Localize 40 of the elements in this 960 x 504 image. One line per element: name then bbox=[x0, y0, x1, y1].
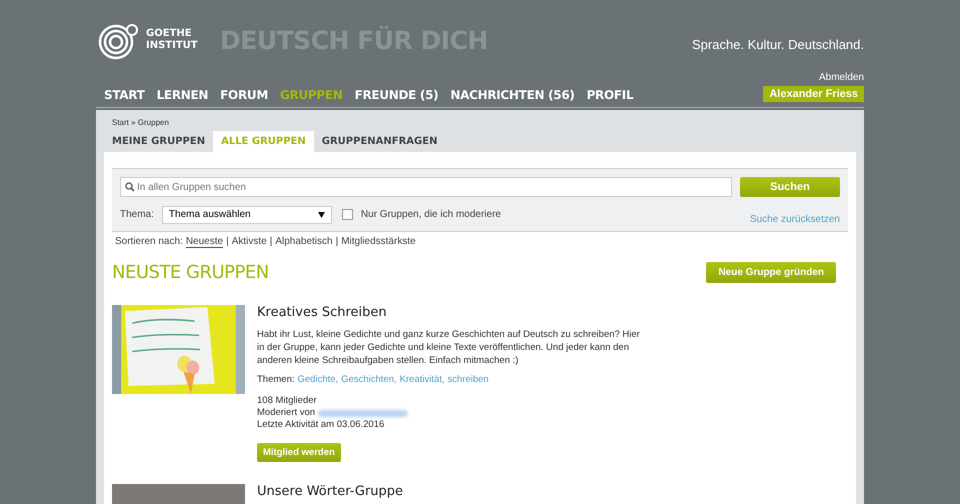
checkbox-label: Nur Gruppen, die ich moderiere bbox=[360, 209, 501, 220]
caret-icon bbox=[318, 212, 325, 218]
separator: | bbox=[270, 236, 272, 248]
logo-text: GOETHE INSTITUT bbox=[146, 28, 199, 52]
topic-link[interactable]: Gedichte, bbox=[298, 374, 338, 385]
sort-link[interactable]: Neueste bbox=[186, 236, 224, 248]
nav-link[interactable]: PROFIL bbox=[586, 88, 634, 102]
separator: | bbox=[336, 236, 338, 248]
group-title[interactable]: Kreatives Schreiben bbox=[257, 305, 387, 320]
nav-link[interactable]: FREUNDE (5) bbox=[354, 88, 438, 102]
topic-label: Thema: bbox=[120, 209, 154, 220]
logout-link[interactable]: Abmelden bbox=[818, 72, 864, 83]
group-description: Habt ihr Lust, kleine Gedichte und ganz kurze Geschichten auf Deutsch zu schreiben? Hier in der Gruppe, kann jeder Gedichte und kleine Texte veröffentlichen. Und jeder kann den anderen kleine Schreibaufgaben stellen. Einfach mitmachen :) bbox=[257, 328, 641, 367]
separator: | bbox=[226, 236, 229, 248]
member-count: 108 Mitglieder bbox=[257, 395, 317, 407]
nav-link[interactable]: START bbox=[104, 88, 145, 102]
search-icon bbox=[125, 182, 135, 192]
moderator-label: Moderiert von bbox=[257, 407, 316, 419]
reset-link[interactable]: Suche zurücksetzen bbox=[750, 214, 840, 225]
topic-dropdown[interactable]: Thema auswählen bbox=[162, 206, 332, 224]
nav-link[interactable]: NACHRICHTEN (56) bbox=[450, 88, 575, 102]
sort-link[interactable]: Mitgliedsstärkste bbox=[341, 236, 416, 248]
tagline: Sprache. Kultur. Deutschland. bbox=[692, 36, 864, 52]
sort-link[interactable]: Alphabetisch bbox=[275, 236, 333, 248]
nav-link[interactable]: FORUM bbox=[220, 88, 268, 102]
topic-link[interactable]: Geschichten, bbox=[341, 374, 397, 385]
sort-label: Sortieren nach: bbox=[115, 236, 183, 248]
tab[interactable]: GRUPPENANFRAGEN bbox=[314, 131, 446, 152]
tab[interactable]: MEINE GRUPPEN bbox=[104, 131, 214, 152]
search-field[interactable]: In allen Gruppen suchen bbox=[120, 177, 732, 197]
topic-link[interactable]: Kreativität, bbox=[400, 374, 445, 385]
group-title[interactable]: Unsere Wörter-Gruppe bbox=[257, 484, 404, 499]
topics-label: Themen: bbox=[257, 374, 294, 385]
section-title: NEUSTE GRUPPEN bbox=[112, 262, 269, 283]
last-activity: Letzte Aktivität am 03.06.2016 bbox=[257, 419, 384, 431]
sort-link[interactable]: Aktivste bbox=[232, 236, 267, 248]
nav-link[interactable]: LERNEN bbox=[156, 88, 208, 102]
breadcrumb: Start » Gruppen bbox=[111, 117, 170, 129]
topic-link[interactable]: schreiben bbox=[448, 374, 489, 385]
checkbox[interactable] bbox=[342, 209, 353, 220]
